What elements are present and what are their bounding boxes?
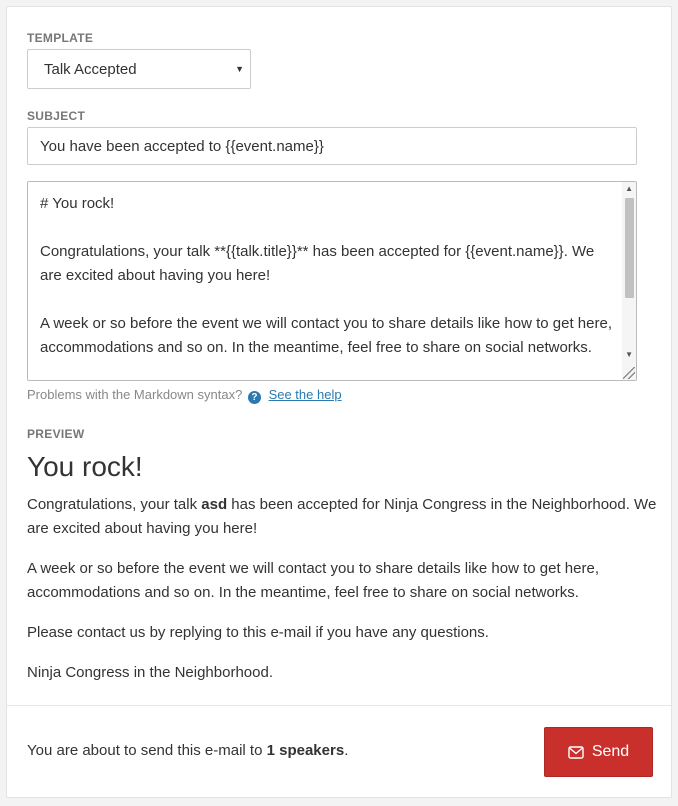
preview-body: Congratulations, your talk asd has been … <box>27 493 657 701</box>
body-line: A week or so before the event we will co… <box>40 315 612 356</box>
template-label: TEMPLATE <box>27 31 94 45</box>
preview-label: PREVIEW <box>27 427 85 441</box>
email-card: TEMPLATE Talk Accepted ▼ SUBJECT You hav… <box>6 6 672 798</box>
talk-title: asd <box>201 496 228 513</box>
template-selected-value: Talk Accepted <box>44 61 137 78</box>
subject-value: You have been accepted to {{event.name}} <box>40 138 324 155</box>
scroll-up-arrow-icon[interactable]: ▲ <box>625 184 633 193</box>
preview-heading: You rock! <box>27 451 143 482</box>
footer-divider <box>7 705 671 706</box>
scrollbar-thumb[interactable] <box>625 198 634 298</box>
body-text: # You rock! Congratulations, your talk *… <box>40 192 612 380</box>
preview-paragraph: Ninja Congress in the Neighborhood. <box>27 664 273 681</box>
preview-paragraph: Congratulations, your talk asd has been … <box>27 496 657 537</box>
preview-paragraph: A week or so before the event we will co… <box>27 560 599 601</box>
textarea-scrollbar[interactable]: ▲ ▼ <box>622 182 636 380</box>
send-label: Send <box>591 743 630 760</box>
envelope-icon <box>568 745 584 759</box>
help-text: Problems with the Markdown syntax? <box>27 387 243 402</box>
scroll-down-arrow-icon[interactable]: ▼ <box>625 350 633 359</box>
send-button[interactable]: Send <box>544 727 653 777</box>
question-circle-icon: ? <box>247 391 261 404</box>
preview-paragraph: Please contact us by replying to this e-… <box>27 624 489 641</box>
recipient-summary: You are about to send this e-mail to 1 s… <box>27 742 349 759</box>
body-line: # You rock! <box>40 195 115 212</box>
caret-down-icon: ▼ <box>235 64 244 74</box>
body-line: Congratulations, your talk **{{talk.titl… <box>40 243 595 284</box>
subject-input[interactable]: You have been accepted to {{event.name}} <box>27 127 637 165</box>
markdown-help-row: Problems with the Markdown syntax? ? See… <box>27 387 342 404</box>
subject-label: SUBJECT <box>27 109 86 123</box>
speaker-count: 1 speakers <box>266 742 345 759</box>
resize-handle-icon[interactable] <box>623 367 635 379</box>
body-textarea[interactable]: # You rock! Congratulations, your talk *… <box>27 181 637 381</box>
template-select[interactable]: Talk Accepted ▼ <box>27 49 251 89</box>
see-help-link[interactable]: See the help <box>269 387 342 402</box>
